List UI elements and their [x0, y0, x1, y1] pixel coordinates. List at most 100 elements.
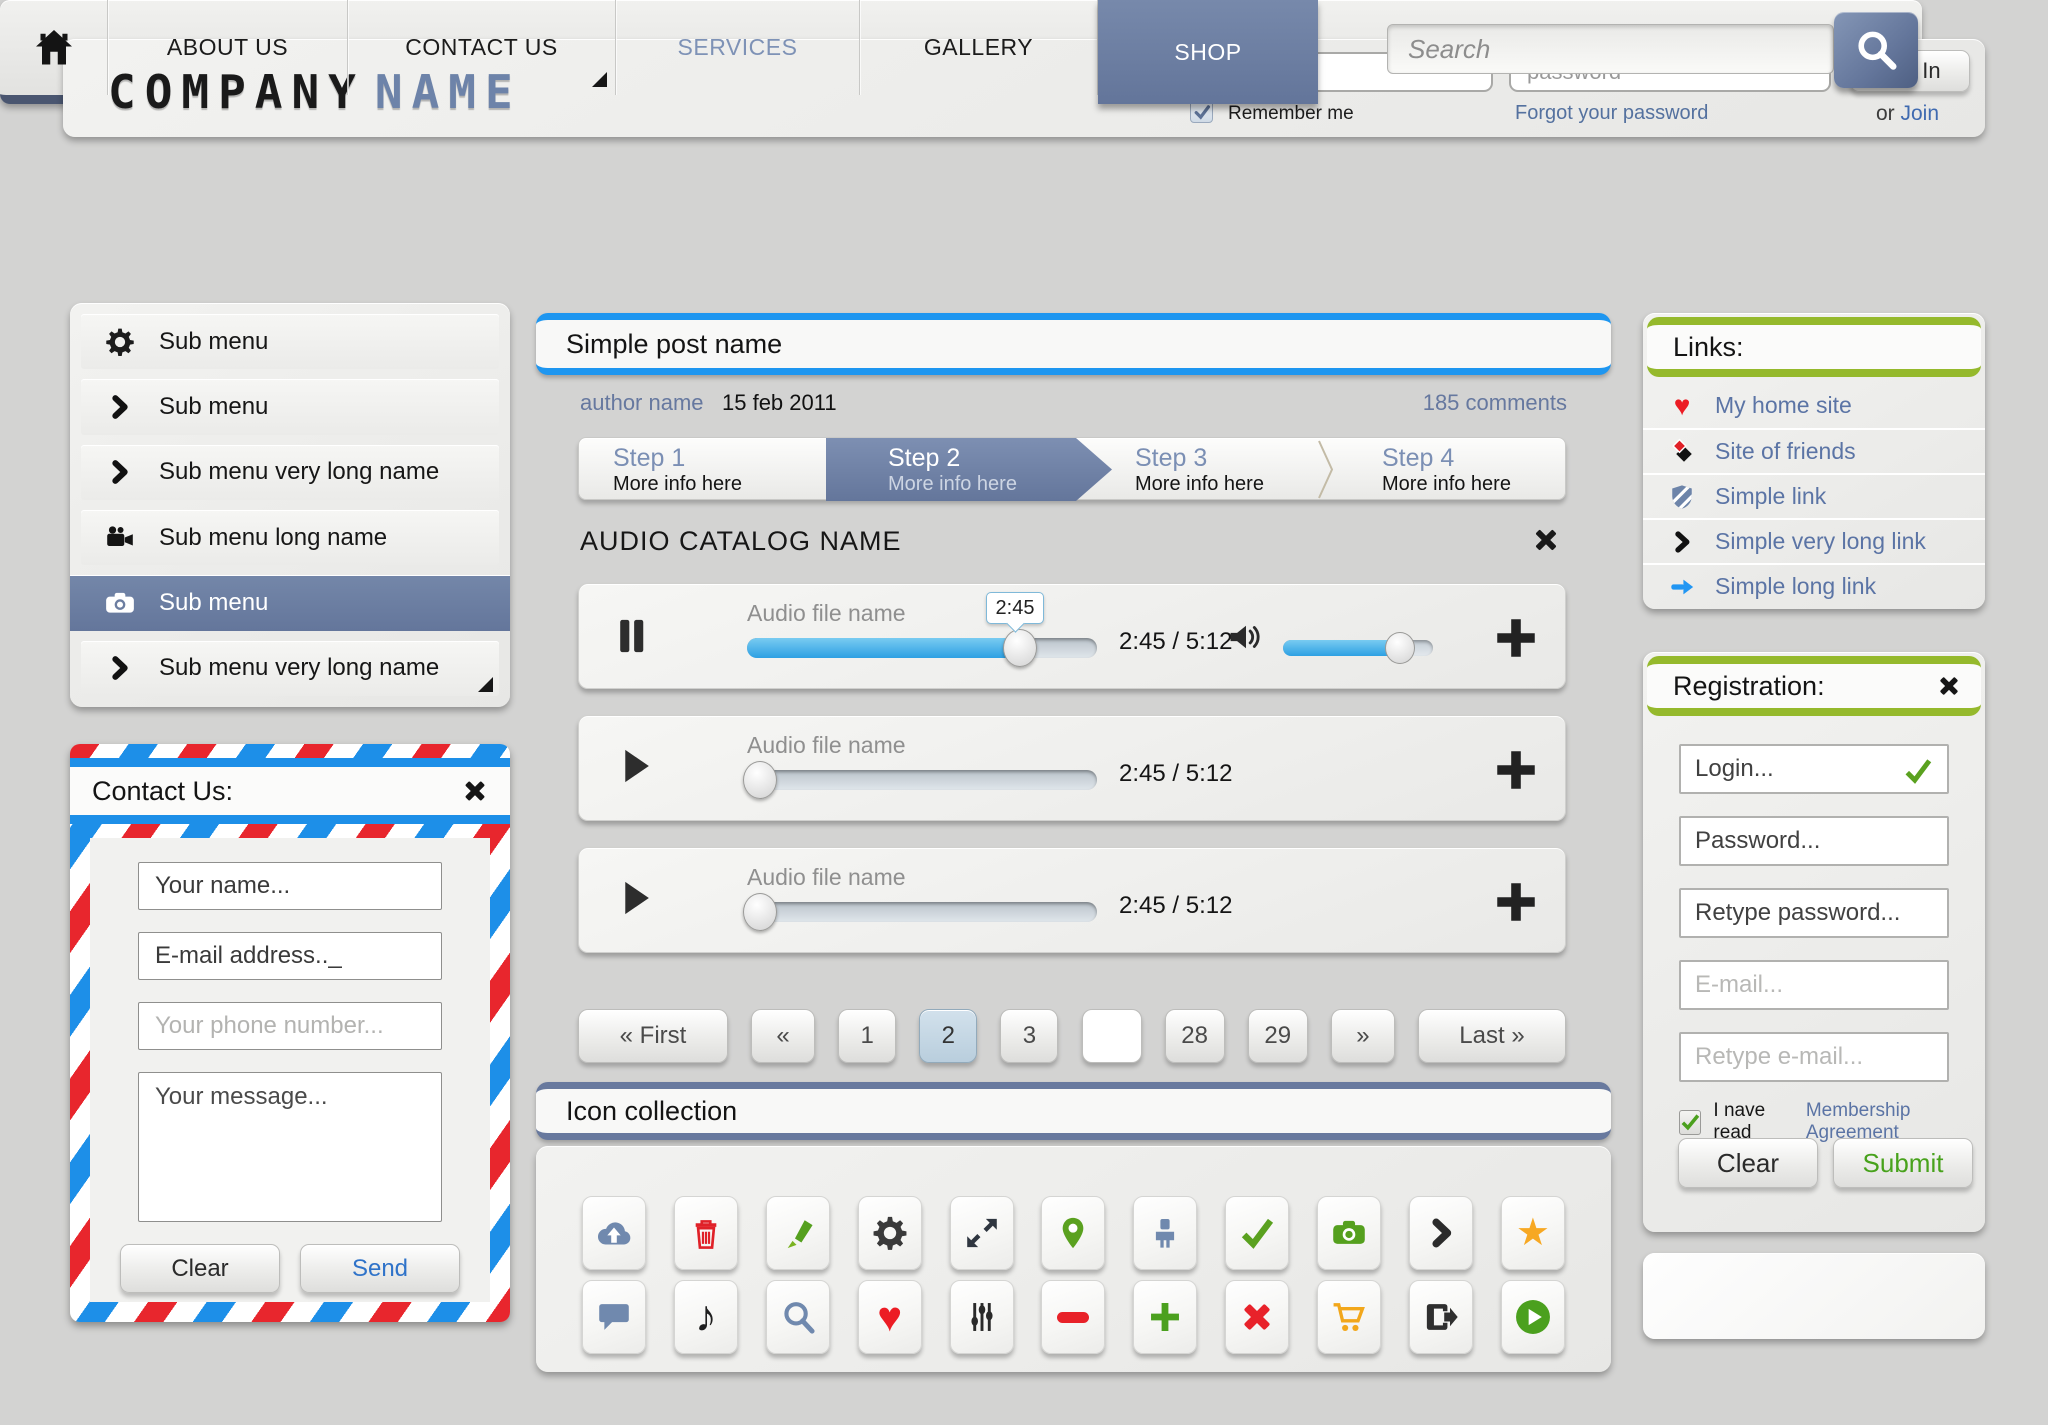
expand-icon[interactable]	[950, 1196, 1014, 1270]
link-label: Simple very long link	[1715, 528, 1926, 555]
step-3[interactable]: Step 3 More info here	[1073, 438, 1320, 501]
gear-icon[interactable]	[858, 1196, 922, 1270]
nav-item-contact[interactable]: CONTACT US	[348, 0, 616, 95]
sidebar-item[interactable]: Sub menu very long name	[81, 445, 499, 500]
link-label: Simple link	[1715, 483, 1826, 510]
play-icon[interactable]	[621, 878, 651, 918]
pagination-page-1[interactable]: 1	[838, 1009, 896, 1063]
registration-retype-email-field[interactable]	[1679, 1032, 1949, 1082]
contact-message-field[interactable]: Your message...	[138, 1072, 442, 1222]
volume-slider[interactable]	[1283, 640, 1433, 656]
nav-item-home[interactable]	[0, 0, 108, 95]
sidebar-item-selected[interactable]: Sub menu	[70, 575, 510, 630]
search-button[interactable]	[1834, 12, 1918, 88]
registration-clear-button[interactable]: Clear	[1678, 1138, 1818, 1188]
agreement-checkbox[interactable]	[1679, 1110, 1701, 1135]
search-icon[interactable]	[766, 1280, 830, 1354]
close-icon[interactable]	[1937, 674, 1961, 698]
contact-form-body: Your message... Clear Send	[90, 838, 490, 1302]
link-item[interactable]: Simple link	[1643, 473, 1985, 518]
nav-label: SHOP	[1174, 39, 1241, 66]
link-item[interactable]: Site of friends	[1643, 428, 1985, 473]
sidebar-item[interactable]: Sub menu long name	[81, 510, 499, 565]
registration-password-field[interactable]	[1679, 816, 1949, 866]
plus-icon[interactable]	[1495, 617, 1537, 659]
pagination-first[interactable]: « First	[578, 1009, 728, 1063]
plus-icon[interactable]	[1495, 749, 1537, 791]
contact-name-field[interactable]	[138, 862, 442, 910]
camera-icon[interactable]	[1317, 1196, 1381, 1270]
pagination-page-28[interactable]: 28	[1165, 1009, 1225, 1063]
step-1[interactable]: Step 1 More info here	[579, 438, 826, 501]
step-2-active[interactable]: Step 2 More info here	[826, 438, 1073, 501]
home-icon	[33, 27, 75, 69]
nav-item-gallery[interactable]: GALLERY	[860, 0, 1098, 95]
link-item[interactable]: ♥ My home site	[1643, 383, 1985, 428]
close-icon[interactable]	[1225, 1280, 1289, 1354]
registration-email-field[interactable]	[1679, 960, 1949, 1010]
map-pin-icon[interactable]	[1041, 1196, 1105, 1270]
plus-icon[interactable]	[1495, 881, 1537, 923]
remember-me-label: Remember me	[1228, 103, 1354, 125]
play-icon[interactable]	[621, 746, 651, 786]
audio-progress-slider[interactable]	[747, 770, 1097, 790]
cloud-upload-icon[interactable]	[582, 1196, 646, 1270]
close-icon[interactable]	[1532, 526, 1560, 554]
contact-send-button[interactable]: Send	[300, 1244, 460, 1293]
post-comments-link[interactable]: 185 comments	[1397, 390, 1567, 416]
link-item[interactable]: Simple long link	[1643, 563, 1985, 608]
forgot-password-link[interactable]: Forgot your password	[1515, 102, 1708, 125]
links-list: ♥ My home site Site of friends Simple li…	[1643, 383, 1985, 608]
minus-icon[interactable]	[1041, 1280, 1105, 1354]
pagination-last[interactable]: Last »	[1418, 1009, 1566, 1063]
nav-item-about[interactable]: ABOUT US	[108, 0, 348, 95]
nav-item-services[interactable]: SERVICES	[616, 0, 860, 95]
sidebar-item[interactable]: Sub menu	[81, 379, 499, 434]
star-icon[interactable]: ★	[1501, 1196, 1565, 1270]
play-circle-icon[interactable]	[1501, 1280, 1565, 1354]
check-icon[interactable]	[1225, 1196, 1289, 1270]
pagination-page-2-active[interactable]: 2	[919, 1009, 977, 1063]
volume-handle[interactable]	[1385, 632, 1415, 664]
progress-handle[interactable]	[743, 761, 777, 799]
music-note-icon[interactable]: ♪	[674, 1280, 738, 1354]
edit-marker-icon[interactable]	[766, 1196, 830, 1270]
registration-submit-button[interactable]: Submit	[1833, 1138, 1973, 1188]
join-link[interactable]: Join	[1900, 102, 1939, 125]
audio-progress-slider[interactable]: 2:45	[747, 638, 1097, 658]
comment-icon[interactable]	[582, 1280, 646, 1354]
empty-widget-panel	[1643, 1253, 1985, 1339]
pagination-page-3[interactable]: 3	[1000, 1009, 1058, 1063]
logout-icon[interactable]	[1409, 1280, 1473, 1354]
progress-handle[interactable]	[1003, 629, 1037, 667]
search-input[interactable]	[1387, 24, 1834, 74]
contact-phone-field[interactable]	[138, 1002, 442, 1050]
contact-email-field[interactable]	[138, 932, 442, 980]
pagination-prev[interactable]: «	[751, 1009, 815, 1063]
nav-item-shop[interactable]: SHOP	[1098, 0, 1318, 104]
registration-retype-password-field[interactable]	[1679, 888, 1949, 938]
post-author[interactable]: author name	[580, 390, 704, 416]
volume-fill	[1283, 640, 1400, 656]
cart-icon[interactable]	[1317, 1280, 1381, 1354]
sliders-icon[interactable]	[950, 1280, 1014, 1354]
chevron-right-icon[interactable]	[1409, 1196, 1473, 1270]
steps-breadcrumb: Step 1 More info here Step 2 More info h…	[578, 437, 1566, 500]
pause-icon[interactable]	[617, 616, 647, 656]
plus-icon[interactable]	[1133, 1280, 1197, 1354]
heart-icon[interactable]: ♥	[858, 1280, 922, 1354]
close-icon[interactable]	[462, 778, 488, 804]
progress-handle[interactable]	[743, 893, 777, 931]
link-item[interactable]: Simple very long link	[1643, 518, 1985, 563]
sidebar-item[interactable]: Sub menu very long name	[81, 641, 499, 696]
sidebar-item[interactable]: Sub menu	[81, 314, 499, 369]
step-4[interactable]: Step 4 More info here	[1320, 438, 1567, 501]
trash-icon[interactable]	[674, 1196, 738, 1270]
volume-icon[interactable]	[1227, 620, 1265, 654]
pagination-next[interactable]: »	[1331, 1009, 1395, 1063]
contact-clear-button[interactable]: Clear	[120, 1244, 280, 1293]
pagination-page-29[interactable]: 29	[1248, 1009, 1308, 1063]
audio-progress-slider[interactable]	[747, 902, 1097, 922]
user-icon[interactable]	[1133, 1196, 1197, 1270]
pagination-page-input[interactable]	[1082, 1009, 1142, 1063]
